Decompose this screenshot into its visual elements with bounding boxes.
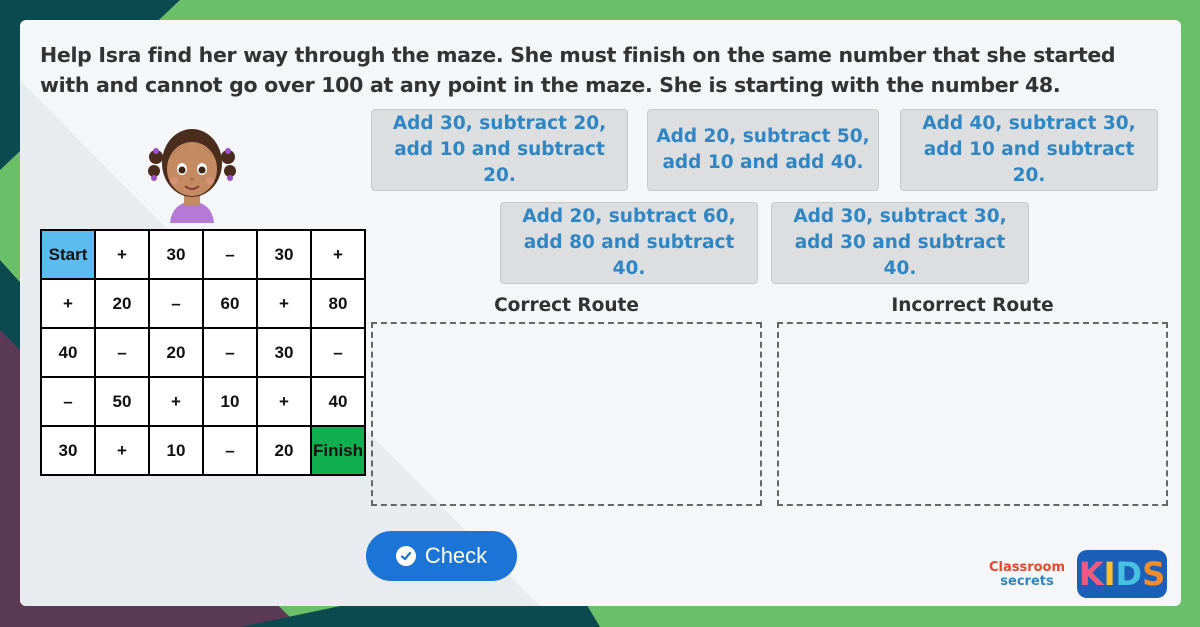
maze-cell: 60 [202, 278, 258, 329]
check-circle-icon [395, 546, 416, 566]
maze-cell: 20 [94, 278, 150, 329]
maze-cell: – [310, 327, 366, 378]
maze-cell: – [202, 229, 258, 280]
maze-cell: + [94, 425, 150, 476]
maze-cell: – [40, 376, 96, 427]
incorrect-route-label: Incorrect Route [891, 295, 1054, 316]
maze-cell: 40 [310, 376, 366, 427]
logo-line1: Classroom [988, 560, 1066, 575]
kids-letter-d: D [1115, 555, 1143, 593]
maze-cell: 30 [40, 425, 96, 476]
route-card-5[interactable]: Add 30, subtract 30, add 30 and subtract… [771, 202, 1029, 284]
logo-line2: secrets [1000, 574, 1054, 589]
maze-cell: 30 [256, 229, 312, 280]
maze-cell: + [40, 278, 96, 329]
correct-route-label: Correct Route [494, 295, 639, 316]
route-card-3[interactable]: Add 40, subtract 30, add 10 and subtract… [900, 109, 1158, 191]
question-text: Help Isra find her way through the maze.… [40, 43, 1116, 97]
maze-grid: Start +30–30 + +20–60 +80 40–20–30– –50 +10 +40 3… [40, 229, 366, 476]
maze-cell: 50 [94, 376, 150, 427]
maze-row: +20–60 +80 [40, 278, 366, 329]
girl-avatar-icon [148, 129, 236, 223]
maze-cell: 10 [148, 425, 204, 476]
route-card-1[interactable]: Add 30, subtract 20, add 10 and subtract… [371, 109, 628, 191]
kids-logo: K I D S [1077, 550, 1167, 598]
route-card-2[interactable]: Add 20, subtract 50, add 10 and add 40. [647, 109, 879, 191]
maze-cell: 40 [40, 327, 96, 378]
maze-cell: 80 [310, 278, 366, 329]
maze-cell: 30 [148, 229, 204, 280]
activity-panel: Help Isra find her way through the maze.… [20, 20, 1181, 606]
maze-cell: Finish [310, 425, 366, 476]
kids-letter-k: K [1078, 555, 1104, 593]
maze-cell: – [94, 327, 150, 378]
maze-cell: 10 [202, 376, 258, 427]
maze-cell: + [94, 229, 150, 280]
maze-cell: + [256, 376, 312, 427]
maze-cell: + [148, 376, 204, 427]
maze-cell: 20 [256, 425, 312, 476]
maze-row: –50 +10 +40 [40, 376, 366, 427]
check-button-label: Check [424, 543, 488, 568]
maze-row: 40–20–30– [40, 327, 366, 378]
incorrect-route-dropzone[interactable] [777, 322, 1168, 506]
maze-cell: Start [40, 229, 96, 280]
classroom-secrets-logo: Classroom secrets [982, 556, 1072, 596]
maze-cell: 20 [148, 327, 204, 378]
kids-letter-i: I [1103, 555, 1116, 593]
kids-letter-s: S [1142, 555, 1166, 593]
check-button[interactable]: Check [366, 531, 517, 581]
maze-cell: – [202, 327, 258, 378]
maze-row: 30 +10–20 Finish [40, 425, 366, 476]
correct-route-dropzone[interactable] [371, 322, 762, 506]
route-card-4[interactable]: Add 20, subtract 60, add 80 and subtract… [500, 202, 758, 284]
maze-cell: 30 [256, 327, 312, 378]
maze-cell: – [148, 278, 204, 329]
maze-row: Start +30–30 + [40, 229, 366, 280]
maze-cell: + [310, 229, 366, 280]
maze-cell: – [202, 425, 258, 476]
maze-cell: + [256, 278, 312, 329]
